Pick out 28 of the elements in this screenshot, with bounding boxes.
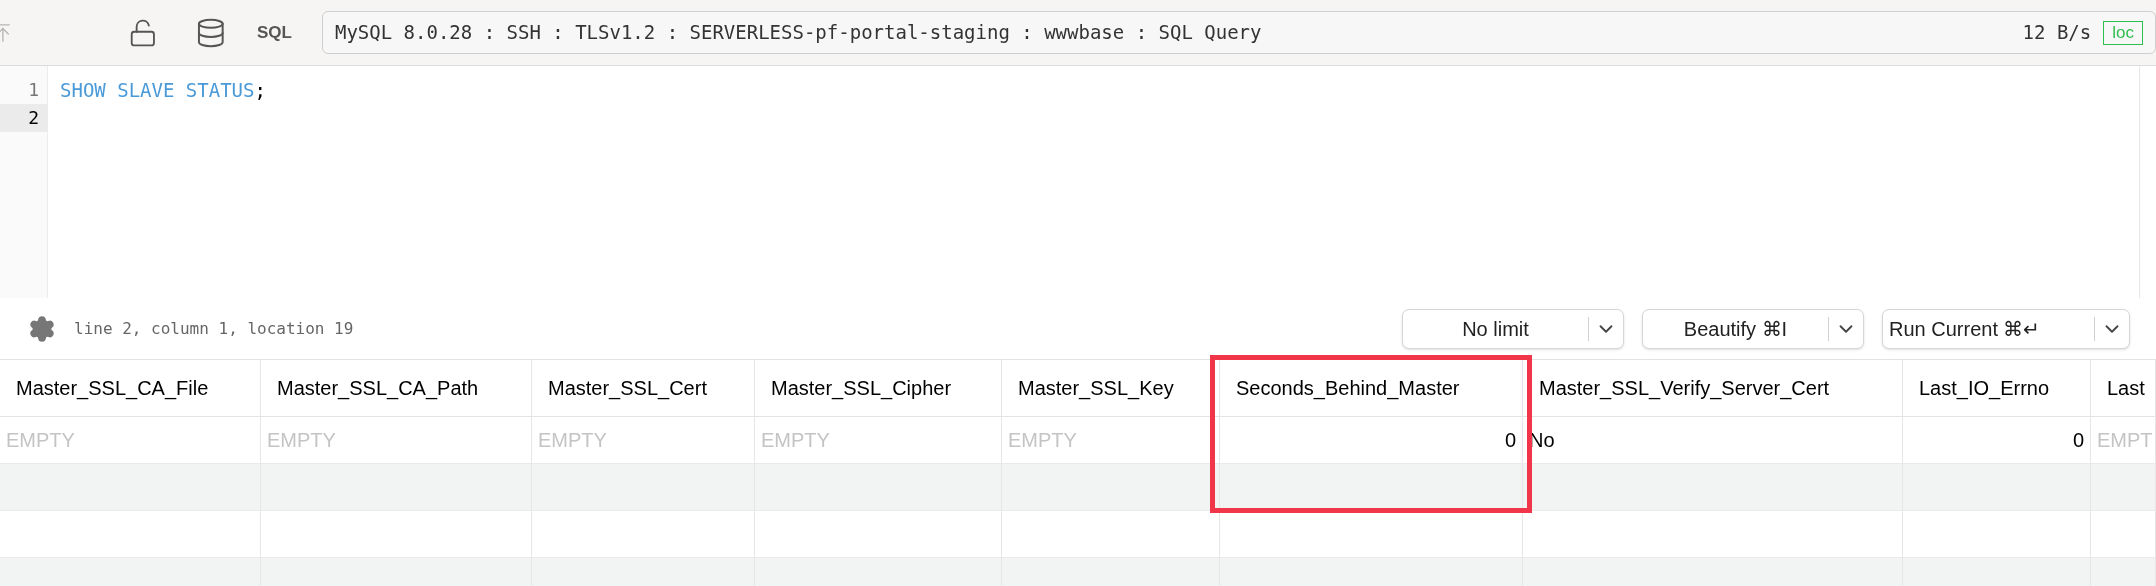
column-header[interactable]: Master_SSL_Cipher — [771, 373, 952, 403]
table-cell-text: EMPTY — [1008, 428, 1077, 453]
column-header[interactable]: Master_SSL_CA_Path — [277, 373, 479, 403]
column-header[interactable]: Master_SSL_CA_File — [16, 373, 209, 403]
connection-info: MySQL 8.0.28 : SSH : TLSv1.2 : SERVERLESS-pf-portal-staging : wwwbase : SQL Query — [334, 20, 1262, 46]
table-cell-text: EMPTY — [267, 428, 336, 453]
column-header[interactable]: Master_SSL_Verify_Server_Cert — [1539, 373, 1830, 403]
table-cell-text: EMPTY — [6, 428, 75, 453]
table-cell-text: EMPT — [2097, 428, 2153, 453]
table-cell-text: EMPTY — [538, 428, 607, 453]
dropdown-button[interactable]: Beautify ⌘I — [1642, 308, 1864, 349]
transfer-speed: 12 B/s — [2022, 20, 2092, 46]
column-header[interactable]: Last_IO_Errno — [1919, 373, 2050, 403]
dropdown-button[interactable]: No limit — [1402, 308, 1624, 349]
dropdown-button[interactable]: Run Current ⌘↵ — [1882, 308, 2130, 349]
cursor-position: line 2, column 1, location 19 — [74, 317, 354, 340]
line-number: 2 — [0, 104, 47, 132]
column-header[interactable]: Last — [2107, 373, 2145, 403]
column-header[interactable]: Seconds_Behind_Master — [1236, 373, 1460, 403]
location-badge: loc — [2103, 20, 2143, 45]
line-number: 1 — [27, 78, 40, 102]
table-cell-text: 0 — [1504, 428, 1516, 453]
code-line: SHOW SLAVE STATUS; — [60, 79, 266, 101]
table-cell-text: EMPTY — [761, 428, 830, 453]
column-header[interactable]: Master_SSL_Key — [1018, 373, 1174, 403]
sql-button[interactable]: SQL — [257, 19, 292, 46]
column-header[interactable]: Master_SSL_Cert — [548, 373, 707, 403]
table-cell-text: 0 — [2072, 428, 2084, 453]
